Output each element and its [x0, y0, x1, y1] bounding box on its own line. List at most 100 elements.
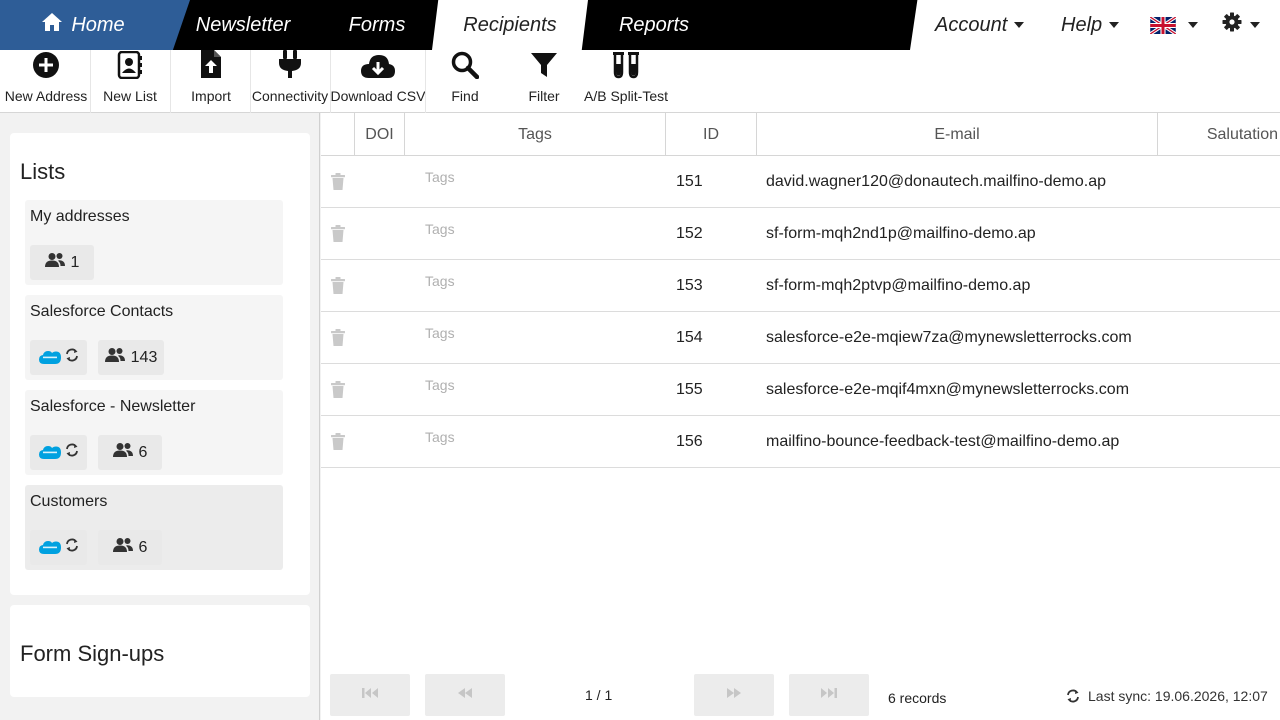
test-tubes-icon — [612, 51, 640, 84]
salesforce-sync-badge — [30, 340, 87, 375]
home-icon — [41, 12, 63, 38]
gear-icon — [1222, 12, 1242, 38]
recipient-id: 152 — [676, 225, 703, 242]
new-list-label: New List — [103, 88, 157, 104]
tags-field[interactable]: Tags — [425, 169, 455, 185]
column-header-email[interactable]: E-mail — [757, 113, 1158, 156]
tags-field[interactable]: Tags — [425, 429, 455, 445]
tags-field[interactable]: Tags — [425, 221, 455, 237]
subscriber-count-badge: 143 — [98, 340, 164, 375]
table-row[interactable]: Tags 155 salesforce-e2e-mqif4mxn@mynewslet… — [321, 364, 1280, 416]
download-csv-button[interactable]: Download CSV — [331, 50, 425, 113]
chevron-down-icon — [1109, 22, 1120, 28]
tab-forms-label: Forms — [348, 13, 406, 36]
column-header-id[interactable]: ID — [666, 113, 757, 156]
new-list-button[interactable]: New List — [92, 50, 168, 113]
settings-menu[interactable] — [1222, 0, 1260, 50]
new-address-label: New Address — [4, 88, 88, 104]
recipient-id: 156 — [676, 433, 703, 450]
last-sync-status[interactable]: Last sync: 19.06.2026, 12:07 — [1066, 675, 1268, 717]
trash-icon[interactable] — [331, 173, 345, 195]
table-row[interactable]: Tags 152 sf-form-mqh2nd1p@mailfino-demo.ap — [321, 208, 1280, 260]
toolbar-divider — [425, 50, 426, 113]
recipient-email: salesforce-e2e-mqif4mxn@mynewsletterrock… — [766, 381, 1130, 398]
top-navigation: Home Newsletter Forms Recipients Reports… — [0, 0, 1280, 50]
trash-icon[interactable] — [331, 381, 345, 403]
tab-recipients[interactable]: Recipients — [432, 0, 588, 50]
tab-reports[interactable]: Reports — [586, 0, 722, 50]
table-row[interactable]: Tags 153 sf-form-mqh2ptvp@mailfino-demo.ap — [321, 260, 1280, 312]
tab-reports-label: Reports — [618, 13, 690, 36]
trash-icon[interactable] — [331, 277, 345, 299]
next-page-button[interactable] — [694, 674, 774, 716]
uk-flag-icon — [1149, 15, 1177, 35]
tab-recipients-label: Recipients — [463, 13, 557, 36]
import-label: Import — [191, 88, 231, 104]
new-address-button[interactable]: New Address — [0, 50, 92, 113]
subscriber-count: 6 — [138, 443, 148, 461]
ab-split-test-label: A/B Split-Test — [583, 88, 669, 104]
list-item-customers[interactable]: Customers 6 — [25, 485, 283, 570]
skip-first-icon — [361, 686, 379, 704]
subscriber-count: 1 — [70, 253, 80, 271]
list-item-my-addresses[interactable]: My addresses 1 — [25, 200, 283, 285]
find-label: Find — [451, 88, 479, 104]
tags-field[interactable]: Tags — [425, 273, 455, 289]
search-icon — [451, 51, 480, 84]
trash-icon[interactable] — [331, 433, 345, 455]
tab-home[interactable]: Home — [0, 0, 190, 50]
list-item-salesforce-contacts[interactable]: Salesforce Contacts 143 — [25, 295, 283, 380]
recipient-email: salesforce-e2e-mqiew7za@mynewsletterrock… — [766, 329, 1132, 346]
table-row[interactable]: Tags 156 mailfino-bounce-feedback-test@mai… — [321, 416, 1280, 468]
tags-field[interactable]: Tags — [425, 377, 455, 393]
trash-icon[interactable] — [331, 225, 345, 247]
find-button[interactable]: Find — [427, 50, 503, 113]
table-row[interactable]: Tags 154 salesforce-e2e-mqiew7za@mynewslet… — [321, 312, 1280, 364]
previous-page-button[interactable] — [425, 674, 505, 716]
language-menu[interactable] — [1149, 0, 1198, 50]
table-row[interactable]: Tags 151 david.wagner120@donautech.mailfin… — [321, 156, 1280, 208]
form-signups-title: Form Sign-ups — [20, 641, 165, 666]
salesforce-logo-icon — [38, 540, 61, 555]
sync-icon — [65, 348, 79, 367]
help-label: Help — [1061, 13, 1103, 36]
tags-field[interactable]: Tags — [425, 325, 455, 341]
tab-forms[interactable]: Forms — [318, 0, 436, 50]
filter-button[interactable]: Filter — [506, 50, 582, 113]
recipient-id: 151 — [676, 173, 703, 190]
lists-title: Lists — [20, 159, 66, 184]
toolbar: New Address New List Import Connectivity… — [0, 50, 1280, 113]
skip-last-icon — [820, 686, 838, 704]
last-page-button[interactable] — [789, 674, 869, 716]
list-name: Customers — [30, 493, 108, 510]
chevron-down-icon — [1014, 22, 1025, 28]
form-signups-panel[interactable]: Form Sign-ups — [10, 605, 310, 697]
account-menu[interactable]: Account — [935, 0, 1025, 50]
column-header-doi[interactable]: DOI — [355, 113, 405, 156]
sync-icon — [1066, 689, 1080, 703]
recipient-email: mailfino-bounce-feedback-test@mailfino-d… — [766, 433, 1120, 450]
filter-label: Filter — [528, 88, 560, 104]
help-menu[interactable]: Help — [1061, 0, 1120, 50]
import-button[interactable]: Import — [172, 50, 250, 113]
address-book-icon — [117, 50, 143, 84]
column-header-salutation[interactable]: Salutation — [1158, 113, 1278, 156]
trash-icon[interactable] — [331, 329, 345, 351]
salesforce-logo-icon — [38, 350, 61, 365]
users-icon — [112, 442, 133, 463]
column-header-tags[interactable]: Tags — [405, 113, 666, 156]
users-icon — [112, 537, 133, 558]
list-name: My addresses — [30, 208, 130, 225]
list-name: Salesforce Contacts — [30, 303, 174, 320]
connectivity-button[interactable]: Connectivity — [252, 50, 328, 113]
recipients-table: DOI Tags ID E-mail Salutation Tags 151 dav… — [321, 113, 1280, 720]
account-label: Account — [935, 13, 1008, 36]
users-icon — [44, 252, 65, 273]
sync-icon — [65, 443, 79, 462]
list-item-salesforce-newsletter[interactable]: Salesforce - Newsletter 6 — [25, 390, 283, 475]
cloud-download-icon — [360, 53, 396, 84]
tab-home-label: Home — [71, 13, 125, 36]
tab-newsletter[interactable]: Newsletter — [168, 0, 318, 50]
ab-split-test-button[interactable]: A/B Split-Test — [582, 50, 670, 113]
first-page-button[interactable] — [330, 674, 410, 716]
